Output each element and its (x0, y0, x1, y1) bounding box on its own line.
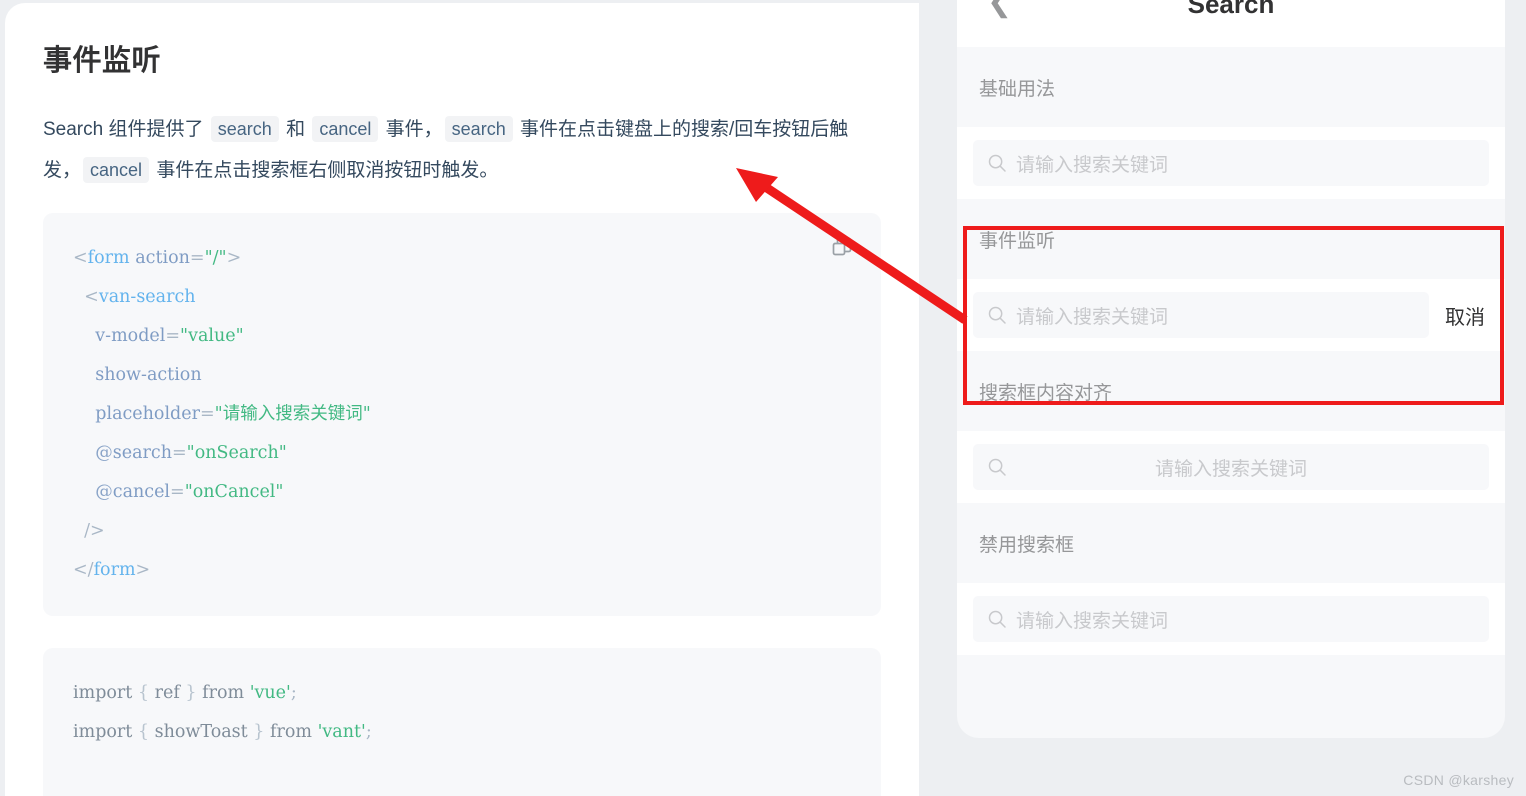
section-title: 事件监听 (957, 199, 1505, 279)
code-line: <van-search (84, 287, 196, 307)
search-placeholder: 请输入搜索关键词 (1016, 154, 1169, 176)
search-row: 请输入搜索关键词 (957, 583, 1505, 655)
demo-section-align: 搜索框内容对齐 请输入搜索关键词 (957, 351, 1505, 503)
search-placeholder: 请输入搜索关键词 (1016, 306, 1169, 328)
search-placeholder: 请输入搜索关键词 (1016, 610, 1169, 632)
code-line: @cancel="onCancel" (95, 482, 284, 502)
search-icon (987, 153, 1007, 173)
section-title: 搜索框内容对齐 (957, 351, 1505, 431)
paragraph-text-3: 事件， (380, 119, 443, 140)
code-block-script: import { ref } from 'vue'; import { show… (43, 648, 881, 796)
search-row: 请输入搜索关键词 (957, 127, 1505, 199)
search-input: 请输入搜索关键词 (973, 596, 1489, 642)
demo-section-disabled: 禁用搜索框 请输入搜索关键词 (957, 503, 1505, 655)
demo-section-events: 事件监听 请输入搜索关键词 取消 (957, 199, 1505, 351)
search-input[interactable]: 请输入搜索关键词 (973, 444, 1489, 490)
search-row: 请输入搜索关键词 取消 (957, 279, 1505, 351)
inline-code-cancel-2: cancel (83, 157, 150, 183)
code-line: import { showToast } from 'vant'; (73, 722, 372, 742)
search-input[interactable]: 请输入搜索关键词 (973, 292, 1429, 338)
mobile-header-title: Search (1187, 0, 1275, 19)
paragraph-text-1: Search 组件提供了 (43, 119, 209, 140)
code-line: import { ref } from 'vue'; (73, 683, 297, 703)
search-placeholder: 请输入搜索关键词 (1154, 458, 1307, 480)
search-input[interactable]: 请输入搜索关键词 (973, 140, 1489, 186)
cancel-button[interactable]: 取消 (1429, 301, 1489, 330)
code-line: show-action (95, 365, 202, 385)
documentation-panel: 事件监听 Search 组件提供了 search 和 cancel 事件， sea… (5, 3, 919, 796)
section-title: 禁用搜索框 (957, 503, 1505, 583)
description-paragraph: Search 组件提供了 search 和 cancel 事件， search 事… (43, 109, 881, 191)
mobile-preview-panel: ❮ Search 基础用法 请输入搜索关键词 事件监听 请输入搜索关键词 取消 … (957, 0, 1505, 738)
copy-icon[interactable] (829, 235, 855, 261)
inline-code-search-2: search (444, 116, 513, 142)
search-icon (987, 305, 1007, 325)
search-icon (987, 457, 1007, 477)
inline-code-search-1: search (210, 116, 279, 142)
inline-code-cancel-1: cancel (312, 116, 379, 142)
code-line: placeholder="请输入搜索关键词" (95, 404, 371, 424)
search-icon (987, 609, 1007, 629)
section-title: 基础用法 (957, 47, 1505, 127)
search-row: 请输入搜索关键词 (957, 431, 1505, 503)
code-block-template: <form action="/"> <van-search v-model="v… (43, 213, 881, 616)
paragraph-text-2: 和 (280, 119, 311, 140)
demo-section-basic: 基础用法 请输入搜索关键词 (957, 47, 1505, 199)
mobile-header: ❮ Search (957, 0, 1505, 47)
watermark: CSDN @karshey (1403, 772, 1514, 788)
code-line: </form> (73, 560, 151, 580)
code-line: v-model="value" (95, 326, 244, 346)
code-line: /> (84, 521, 105, 541)
paragraph-text-5: 事件在点击搜索框右侧取消按钮时触发。 (151, 160, 499, 181)
page-title: 事件监听 (43, 45, 162, 77)
code-line: @search="onSearch" (95, 443, 287, 463)
code-line: <form action="/"> (73, 248, 242, 268)
